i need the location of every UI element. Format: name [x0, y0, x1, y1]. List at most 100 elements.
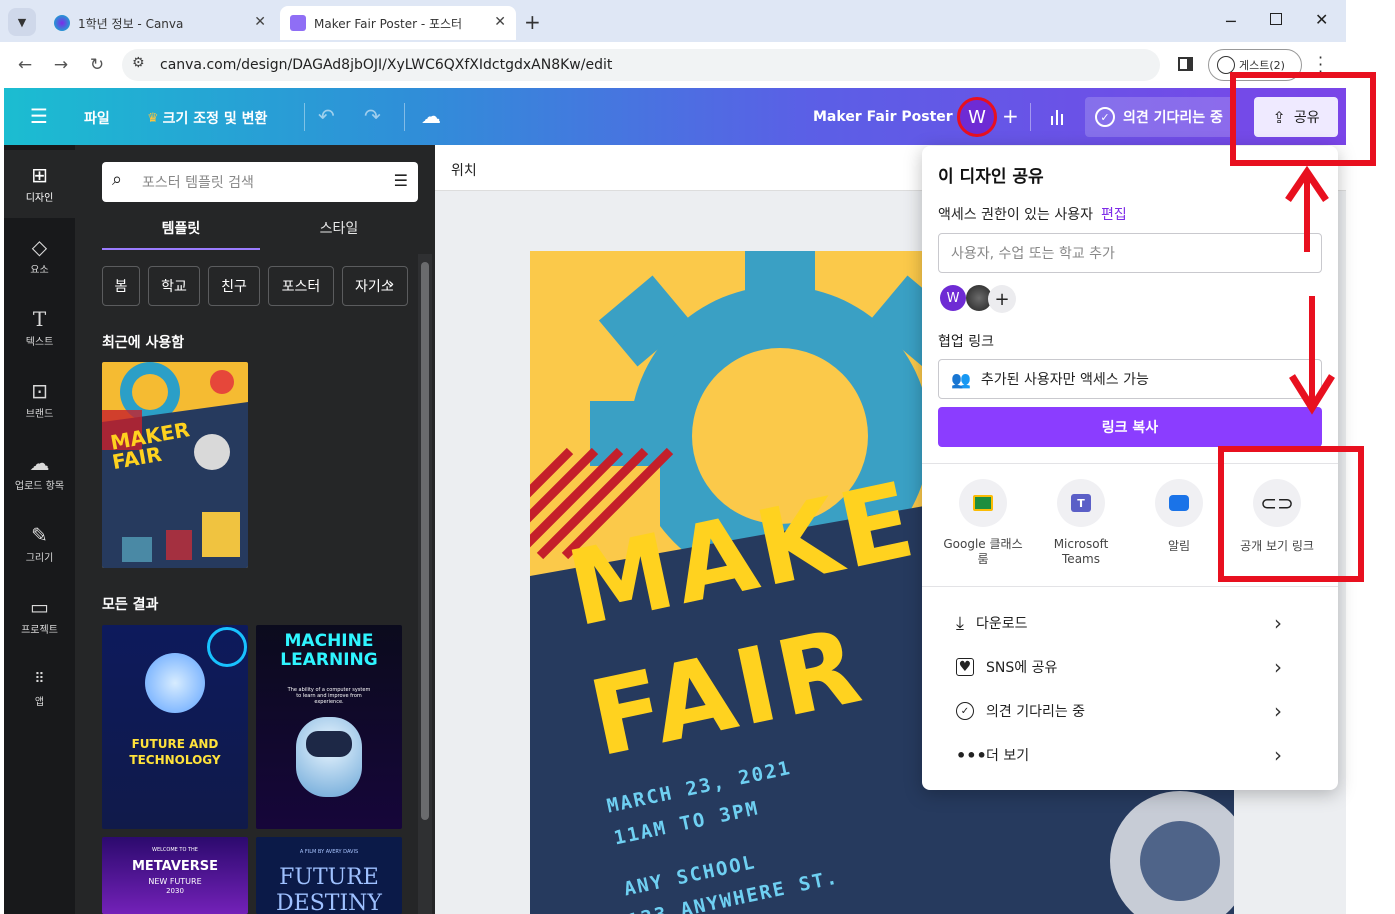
- file-menu[interactable]: 파일: [84, 108, 110, 128]
- menu-download[interactable]: ⤓ 다운로드 ›: [956, 611, 1326, 635]
- share-target-label: 알림: [1167, 539, 1191, 553]
- insights-button[interactable]: [1040, 100, 1074, 134]
- share-target-google-classroom[interactable]: Google 클래스룸: [934, 479, 1032, 579]
- rail-item-draw[interactable]: ✎ 그리기: [4, 510, 75, 578]
- feedback-button[interactable]: ✓ 의견 기다리는 중: [1085, 97, 1235, 137]
- maximize-icon[interactable]: [1270, 13, 1282, 25]
- rail-item-uploads[interactable]: ☁ 업로드 항목: [4, 438, 75, 506]
- hamburger-menu-icon[interactable]: ☰: [30, 104, 48, 128]
- check-circle-icon: ✓: [956, 702, 974, 720]
- thumb-text: 2030: [166, 887, 184, 895]
- link-access-dropdown[interactable]: 👥 추가된 사용자만 액세스 가능: [938, 359, 1322, 399]
- rail-label: 디자인: [25, 192, 54, 204]
- check-circle-icon: ✓: [1095, 107, 1115, 127]
- position-button[interactable]: 위치: [451, 160, 477, 180]
- rail-item-projects[interactable]: ▭ 프로젝트: [4, 582, 75, 650]
- add-people-input[interactable]: 사용자, 수업 또는 학교 추가: [938, 233, 1322, 273]
- collab-link-label: 협업 링크: [938, 334, 994, 350]
- resize-button[interactable]: ♛ 크기 조정 및 변환: [147, 108, 267, 128]
- browser-tab-1[interactable]: 1학년 정보 - Canva ✕: [44, 6, 276, 40]
- edit-access-link[interactable]: 편집: [1101, 204, 1127, 224]
- microsoft-teams-icon: T: [1057, 479, 1105, 527]
- popup-title: 이 디자인 공유: [938, 167, 1044, 187]
- tab-styles[interactable]: 스타일: [260, 218, 418, 250]
- filter-chip[interactable]: 학교: [148, 266, 200, 306]
- thumb-text: A FILM BY AVERY DAVIS: [299, 849, 359, 855]
- rail-item-design[interactable]: ⊞ 디자인: [4, 150, 75, 218]
- rail-item-apps[interactable]: ⠿ 앱: [4, 654, 75, 722]
- template-thumbnail[interactable]: A FILM BY AVERY DAVIS FUTURE DESTINY: [256, 837, 402, 914]
- globe-image: [145, 653, 205, 713]
- double-arrow-up-annotation: [1285, 165, 1329, 252]
- rail-item-brand[interactable]: ⊡ 브랜드: [4, 366, 75, 434]
- search-icon: ⌕: [112, 169, 123, 190]
- filter-chip[interactable]: 포스터: [268, 266, 334, 306]
- undo-icon[interactable]: ↶: [318, 104, 335, 128]
- recent-template-thumbnail[interactable]: MAKER FAIR: [102, 362, 248, 568]
- new-tab-button[interactable]: +: [524, 10, 541, 34]
- template-thumbnail[interactable]: FUTURE AND TECHNOLOGY: [102, 625, 248, 829]
- share-target-notification[interactable]: 알림: [1130, 479, 1228, 579]
- close-tab-icon[interactable]: ✕: [494, 14, 506, 30]
- template-thumbnail[interactable]: WELCOME TO THE METAVERSE NEW FUTURE 2030: [102, 837, 248, 914]
- avatar-letter: W: [946, 290, 960, 306]
- folder-icon: ▭: [30, 594, 49, 619]
- close-window-icon[interactable]: ✕: [1315, 10, 1328, 29]
- menu-feedback[interactable]: ✓ 의견 기다리는 중 ›: [956, 699, 1326, 723]
- minimize-icon[interactable]: ─: [1226, 12, 1236, 31]
- rail-label: 업로드 항목: [14, 480, 65, 492]
- side-panel-icon[interactable]: [1178, 57, 1193, 71]
- robot-image: [296, 717, 362, 797]
- download-icon: ⤓: [956, 612, 964, 634]
- add-collaborator-icon[interactable]: +: [1002, 104, 1019, 128]
- heart-icon: ♥: [956, 658, 974, 676]
- rail-label: 앱: [34, 696, 45, 708]
- template-search-input[interactable]: ⌕ 포스터 템플릿 검색 ☰: [102, 162, 418, 202]
- rail-label: 텍스트: [25, 336, 54, 348]
- redo-icon[interactable]: ↷: [364, 104, 381, 128]
- filter-chip[interactable]: 자기소: [342, 266, 408, 306]
- design-title[interactable]: Maker Fair Poster: [813, 109, 953, 125]
- address-bar[interactable]: ⚙ canva.com/design/DAGAd8jbOJI/XyLWC6QXf…: [122, 49, 1160, 81]
- filter-chip[interactable]: 봄: [102, 266, 140, 306]
- back-icon[interactable]: ←: [12, 52, 38, 78]
- rail-item-elements[interactable]: ◇ 요소: [4, 222, 75, 290]
- share-target-label: Google 클래스룸: [943, 537, 1023, 566]
- menu-social[interactable]: ♥ SNS에 공유 ›: [956, 655, 1326, 679]
- panel-scrollbar-thumb[interactable]: [421, 262, 429, 820]
- tab-templates[interactable]: 템플릿: [102, 218, 260, 250]
- collaborator-avatar[interactable]: W: [940, 285, 966, 311]
- copy-link-button[interactable]: 링크 복사: [938, 407, 1322, 447]
- teams-glyph: T: [1071, 494, 1091, 512]
- thumb-text: TECHNOLOGY: [129, 753, 221, 767]
- close-tab-icon[interactable]: ✕: [254, 14, 266, 30]
- add-collaborator-icon[interactable]: +: [988, 285, 1016, 313]
- thumb-text: DESTINY: [276, 891, 382, 914]
- more-icon: •••: [956, 745, 987, 765]
- chips-scroll-right-icon[interactable]: ›: [388, 274, 394, 293]
- rail-item-text[interactable]: T 텍스트: [4, 294, 75, 362]
- template-thumbnail[interactable]: MACHINE LEARNING The ability of a comput…: [256, 625, 402, 829]
- chevron-down-icon: ▼: [17, 15, 27, 29]
- apps-icon: ⠿: [34, 670, 45, 687]
- tab-search-button[interactable]: ▼: [8, 8, 36, 36]
- feedback-label: 의견 기다리는 중: [1123, 110, 1223, 126]
- rail-label: 그리기: [25, 552, 54, 564]
- menu-label: 다운로드: [975, 616, 1028, 632]
- site-settings-icon[interactable]: ⚙: [132, 55, 145, 71]
- chevron-right-icon: ›: [1274, 699, 1282, 723]
- thumb-text: FUTURE AND: [131, 737, 219, 751]
- forward-icon[interactable]: →: [48, 52, 74, 78]
- user-avatar[interactable]: W: [957, 97, 997, 137]
- google-classroom-glyph: [973, 495, 993, 511]
- filter-chip[interactable]: 친구: [208, 266, 260, 306]
- chevron-right-icon: ›: [1274, 611, 1282, 635]
- people-icon: 👥: [951, 369, 971, 389]
- cloud-saved-icon[interactable]: ☁: [421, 104, 441, 128]
- browser-tab-2[interactable]: Maker Fair Poster - 포스터 ✕: [280, 6, 516, 40]
- copy-link-label: 링크 복사: [1101, 420, 1159, 436]
- filter-icon[interactable]: ☰: [394, 171, 408, 190]
- menu-more[interactable]: ••• 더 보기 ›: [956, 743, 1326, 767]
- share-target-teams[interactable]: T Microsoft Teams: [1032, 479, 1130, 579]
- reload-icon[interactable]: ↻: [84, 52, 110, 78]
